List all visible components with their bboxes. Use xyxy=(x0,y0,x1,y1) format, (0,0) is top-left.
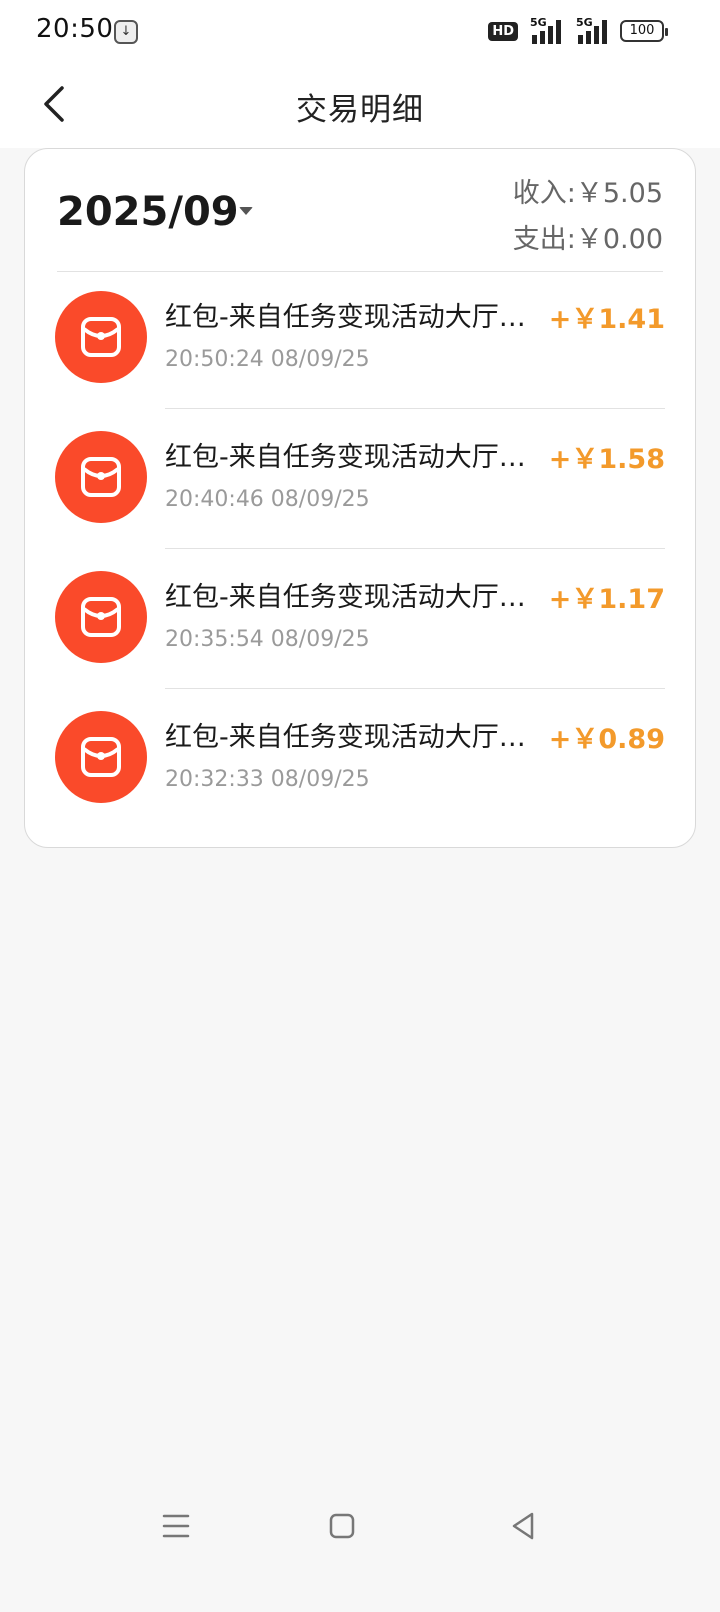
signal-strength-icon: 5G xyxy=(528,16,564,44)
red-packet-icon xyxy=(55,291,147,383)
red-packet-icon xyxy=(55,571,147,663)
transaction-amount: +￥1.41 xyxy=(548,304,665,335)
status-bar: 20:50 ↓ HD 5G 5G 100 xyxy=(0,0,720,66)
month-summary: 收入:￥5.05 支出:￥0.00 xyxy=(513,171,663,263)
app-header: 交易明细 xyxy=(0,66,720,148)
transaction-row[interactable]: 红包-来自任务变现活动大厅… 20:50:24 08/09/25 +￥1.41 xyxy=(25,265,697,409)
menu-icon[interactable] xyxy=(160,1512,192,1544)
status-time: 20:50 xyxy=(36,14,114,44)
income-row: 收入:￥5.05 xyxy=(513,171,663,217)
transaction-amount: +￥0.89 xyxy=(548,724,665,755)
expense-row: 支出:￥0.00 xyxy=(513,217,663,263)
network-type-label-2: 5G xyxy=(576,16,593,29)
red-packet-icon xyxy=(55,711,147,803)
transactions-card: 2025/09 收入:￥5.05 支出:￥0.00 红包-来自任务变现活动大厅…… xyxy=(24,148,696,848)
transaction-title: 红包-来自任务变现活动大厅… xyxy=(165,582,526,613)
expense-value: ￥0.00 xyxy=(575,224,663,255)
month-selector[interactable]: 2025/09 xyxy=(57,189,239,235)
transaction-time: 20:32:33 08/09/25 xyxy=(165,767,370,792)
transaction-title: 红包-来自任务变现活动大厅… xyxy=(165,302,526,333)
transaction-row[interactable]: 红包-来自任务变现活动大厅… 20:35:54 08/09/25 +￥1.17 xyxy=(25,545,697,689)
caret-down-icon[interactable] xyxy=(239,207,253,215)
nav-back-icon[interactable] xyxy=(508,1510,540,1546)
download-notification-icon: ↓ xyxy=(114,20,138,44)
battery-level: 100 xyxy=(629,23,655,38)
transaction-time: 20:35:54 08/09/25 xyxy=(165,627,370,652)
hd-voice-icon: HD xyxy=(488,21,518,41)
signal-strength-icon-2: 5G xyxy=(574,16,610,44)
red-packet-icon xyxy=(55,431,147,523)
battery-icon: 100 xyxy=(620,20,668,42)
transaction-time: 20:50:24 08/09/25 xyxy=(165,347,370,372)
transaction-title: 红包-来自任务变现活动大厅… xyxy=(165,442,526,473)
transaction-amount: +￥1.58 xyxy=(548,444,665,475)
income-value: ￥5.05 xyxy=(575,178,663,209)
status-indicators: HD 5G 5G 100 xyxy=(488,16,668,44)
transaction-row[interactable]: 红包-来自任务变现活动大厅… 20:32:33 08/09/25 +￥0.89 xyxy=(25,685,697,829)
page-title: 交易明细 xyxy=(296,92,424,128)
transaction-title: 红包-来自任务变现活动大厅… xyxy=(165,722,526,753)
system-navigation-bar xyxy=(0,1482,720,1612)
home-icon[interactable] xyxy=(326,1510,358,1546)
network-type-label: 5G xyxy=(530,16,547,29)
transaction-row[interactable]: 红包-来自任务变现活动大厅… 20:40:46 08/09/25 +￥1.58 xyxy=(25,405,697,549)
transaction-time: 20:40:46 08/09/25 xyxy=(165,487,370,512)
expense-label: 支出: xyxy=(512,224,576,255)
income-label: 收入: xyxy=(512,178,576,209)
transaction-amount: +￥1.17 xyxy=(548,584,665,615)
